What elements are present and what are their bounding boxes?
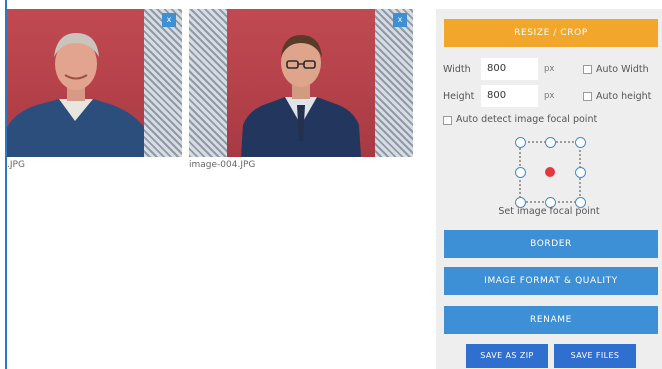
focal-point-top-left[interactable] [515,137,526,148]
auto-height-checkbox[interactable] [583,92,592,101]
image-filename: .JPG [7,160,25,170]
height-unit: px [544,91,555,101]
save-as-zip-button[interactable]: SAVE AS ZIP [466,344,548,368]
focal-point-selector [515,137,586,208]
image-thumbnail[interactable]: x [189,9,413,157]
auto-detect-label: Auto detect image focal point [456,114,598,125]
person-silhouette-icon [7,33,144,157]
photo-preview [7,9,144,157]
image-filename: image-004.JPG [189,160,256,170]
width-unit: px [544,64,555,74]
height-label: Height [443,91,475,102]
focal-point-center[interactable] [545,167,555,177]
focal-point-label: Set image focal point [498,206,600,217]
image-format-quality-button[interactable]: IMAGE FORMAT & QUALITY [444,267,658,295]
person-silhouette-icon [241,35,361,157]
border-button[interactable]: BORDER [444,230,658,258]
focal-point-middle-left[interactable] [515,167,526,178]
width-label: Width [443,64,471,75]
image-canvas: x .JPG x image-004.JPG [0,0,436,369]
save-files-button[interactable]: SAVE FILES [554,344,636,368]
width-input[interactable]: 800 [481,58,538,80]
resize-crop-button[interactable]: RESIZE / CROP [444,19,658,47]
auto-width-label: Auto Width [596,64,649,75]
rename-button[interactable]: RENAME [444,306,658,334]
auto-detect-checkbox[interactable] [443,116,452,125]
focal-point-top-center[interactable] [545,137,556,148]
auto-height-label: Auto height [596,91,652,102]
photo-preview [227,9,375,157]
height-input[interactable]: 800 [481,85,538,107]
auto-width-checkbox[interactable] [583,65,592,74]
remove-image-button[interactable]: x [162,13,176,27]
image-thumbnail[interactable]: x [7,9,182,157]
remove-image-button[interactable]: x [393,13,407,27]
focal-point-top-right[interactable] [575,137,586,148]
focal-point-middle-right[interactable] [575,167,586,178]
settings-panel: RESIZE / CROP Width 800 px Auto Width He… [436,9,662,369]
